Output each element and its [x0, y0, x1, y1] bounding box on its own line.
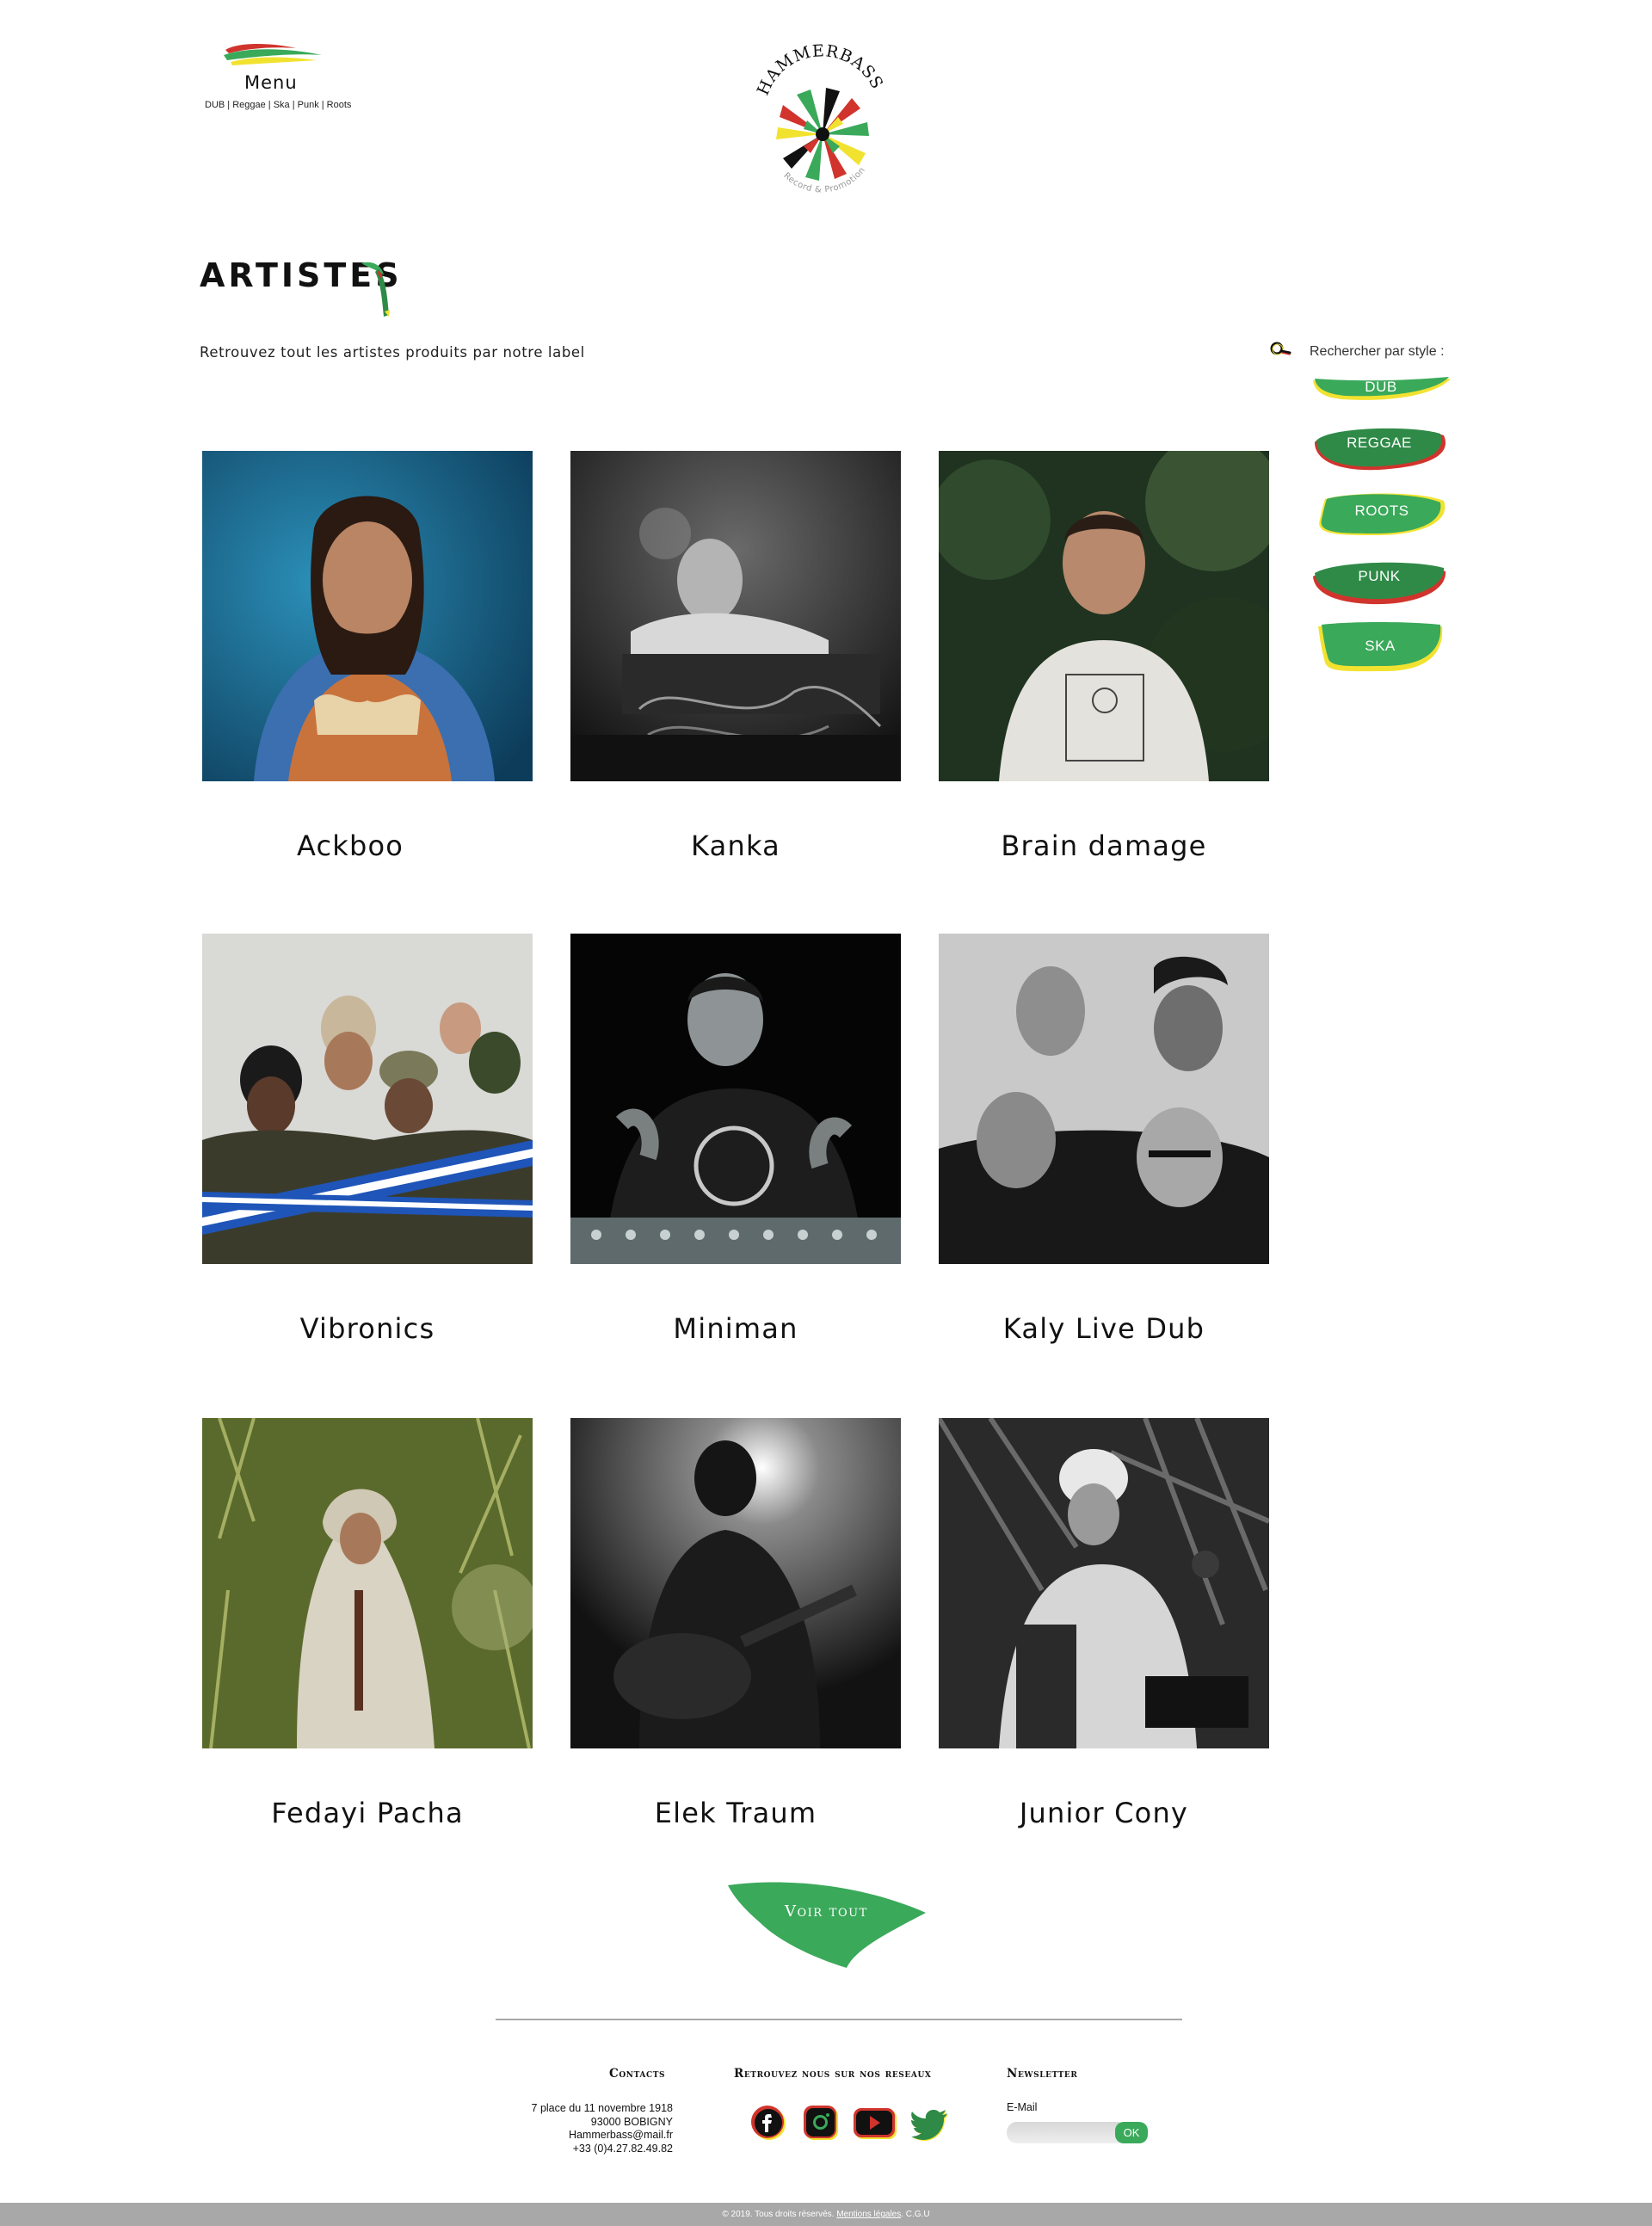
menu-subtitle: DUB | Reggae | Ska | Punk | Roots — [205, 100, 352, 110]
twitter-icon[interactable] — [909, 2103, 949, 2143]
filter-reggae-label: REGGAE — [1347, 435, 1412, 451]
voir-tout-button[interactable]: Voir tout — [726, 1880, 928, 1970]
contact-address: 7 place du 11 novembre 1918 — [531, 2102, 673, 2114]
instagram-icon[interactable] — [801, 2103, 841, 2143]
filter-punk-label: PUNK — [1358, 568, 1401, 584]
filter-roots-label: ROOTS — [1354, 503, 1409, 519]
artist-name[interactable]: Elek Traum — [536, 1797, 935, 1829]
copyright-text: © 2019. Tous droits réservés. — [722, 2210, 835, 2219]
contact-phone[interactable]: +33 (0)4.27.82.49.82 — [482, 2143, 673, 2156]
contact-email[interactable]: Hammerbass@mail.fr — [482, 2129, 673, 2143]
hammerbass-logo[interactable]: HAMMERBASS Record & Promotion — [749, 34, 895, 207]
filter-label: Rechercher par style : — [1310, 344, 1445, 359]
artist-name[interactable]: Kanka — [536, 829, 935, 862]
newsletter-email-input[interactable] — [1007, 2122, 1127, 2143]
footer-divider — [496, 2019, 1182, 2020]
artist-name[interactable]: Vibronics — [168, 1312, 567, 1345]
newsletter-ok-button[interactable]: OK — [1115, 2122, 1148, 2143]
voir-tout-label: Voir tout — [785, 1902, 868, 1921]
artist-photo[interactable] — [939, 934, 1269, 1264]
artist-photo[interactable] — [202, 934, 533, 1264]
filter-dub-label: DUB — [1365, 379, 1397, 395]
facebook-icon[interactable] — [749, 2103, 788, 2143]
title-block: ARTISTES — [200, 256, 403, 317]
artist-name[interactable]: Brain damage — [904, 829, 1304, 862]
social-heading: Retrouvez nous sur nos reseaux — [734, 2067, 932, 2081]
filter-dub-button[interactable]: DUB — [1308, 377, 1454, 410]
contacts-heading: Contacts — [609, 2067, 666, 2081]
newsletter-heading: Newsletter — [1007, 2067, 1078, 2081]
filter-punk-button[interactable]: PUNK — [1310, 559, 1449, 607]
brush-mark-icon — [361, 262, 390, 317]
artist-photo[interactable] — [202, 451, 533, 781]
youtube-icon[interactable] — [852, 2103, 898, 2143]
artist-name[interactable]: Kaly Live Dub — [904, 1312, 1304, 1345]
email-label: E-Mail — [1007, 2101, 1038, 2113]
filter-roots-button[interactable]: ROOTS — [1315, 490, 1449, 539]
logo-graphic: HAMMERBASS Record & Promotion — [754, 41, 886, 194]
artist-photo[interactable] — [570, 1418, 901, 1748]
contact-info: 7 place du 11 novembre 1918 93000 BOBIGN… — [482, 2102, 673, 2155]
bottom-bar: © 2019. Tous droits réservés. Mentions l… — [0, 2203, 1652, 2226]
artist-photo[interactable] — [570, 451, 901, 781]
artist-name[interactable]: Ackboo — [151, 829, 550, 862]
artist-photo[interactable] — [202, 1418, 533, 1748]
legal-mentions-link[interactable]: Mentions légales — [836, 2210, 901, 2219]
artist-name[interactable]: Junior Cony — [904, 1797, 1304, 1829]
cgu-text[interactable]: . C.G.U — [901, 2210, 929, 2219]
search-icon[interactable] — [1269, 341, 1291, 358]
page-subtitle: Retrouvez tout les artistes produits par… — [200, 344, 585, 361]
artist-photo[interactable] — [939, 1418, 1269, 1748]
artist-name[interactable]: Fedayi Pacha — [168, 1797, 567, 1829]
artist-name[interactable]: Miniman — [536, 1312, 935, 1345]
filter-ska-label: SKA — [1365, 638, 1396, 654]
filter-ska-button[interactable]: SKA — [1315, 621, 1446, 675]
menu-button-label[interactable]: Menu — [244, 72, 298, 93]
filter-reggae-button[interactable]: REGGAE — [1310, 425, 1449, 472]
menu-brush-icon — [224, 44, 322, 65]
artist-photo[interactable] — [939, 451, 1269, 781]
contact-city: 93000 BOBIGNY — [590, 2115, 673, 2128]
artist-photo[interactable] — [570, 934, 901, 1264]
